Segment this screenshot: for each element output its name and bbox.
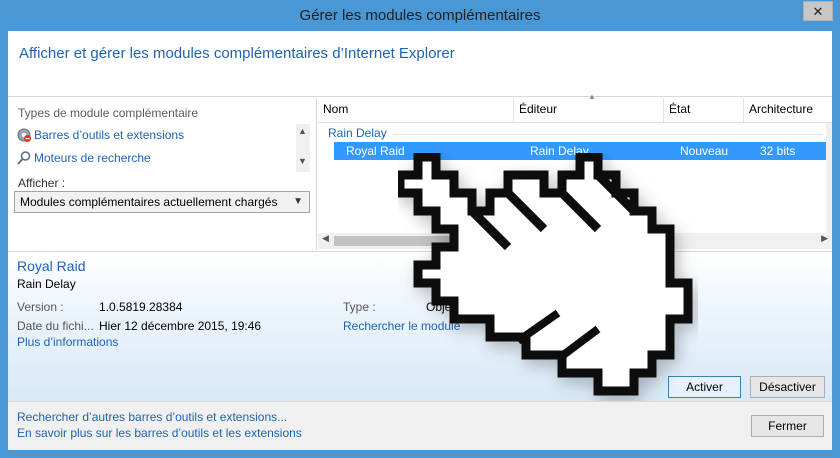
header-title: Afficher et gérer les modules complément… [19, 45, 455, 62]
version-label: Version : [17, 300, 64, 314]
sort-ascending-icon: ▲ [588, 92, 596, 101]
group-divider [393, 134, 823, 135]
search-icon [17, 151, 31, 165]
header-area: Afficher et gérer les modules complément… [8, 31, 832, 97]
types-scrollbar[interactable]: ▲ ▼ [296, 124, 310, 172]
show-select-value: Modules complémentaires actuellement cha… [20, 195, 278, 209]
footer: Rechercher d’autres barres d’outils et e… [8, 401, 832, 450]
type-item-label: Moteurs de recherche [34, 151, 151, 165]
disable-button[interactable]: Désactiver [750, 376, 825, 398]
scroll-right-icon[interactable]: ▶ [821, 233, 828, 244]
scroll-left-icon[interactable]: ◀ [322, 233, 329, 244]
hand-cursor-icon [398, 153, 693, 396]
details-publisher: Rain Delay [17, 277, 76, 291]
addons-manager-window: Gérer les modules complémentaires ✕ Affi… [0, 0, 840, 458]
show-label: Afficher : [18, 176, 66, 190]
learn-more-toolbars-link[interactable]: En savoir plus sur les barres d’outils e… [17, 426, 302, 440]
types-label: Types de module complémentaire [18, 106, 199, 120]
window-title: Gérer les modules complémentaires [299, 7, 541, 24]
column-header-label: Éditeur [519, 102, 558, 116]
window-close-button[interactable]: ✕ [803, 1, 833, 21]
scroll-up-icon[interactable]: ▲ [298, 126, 307, 136]
version-value: 1.0.5819.28384 [99, 300, 183, 314]
column-header-architecture[interactable]: Architecture [744, 98, 832, 123]
more-info-link[interactable]: Plus d’informations [17, 335, 118, 349]
close-button[interactable]: Fermer [751, 415, 824, 437]
type-item-label: Barres d’outils et extensions [34, 128, 185, 142]
column-header-status[interactable]: État [664, 98, 744, 123]
table-vertical-scrollbar[interactable] [826, 123, 832, 233]
cell-architecture: 32 bits [760, 144, 796, 158]
scroll-down-icon[interactable]: ▼ [298, 156, 307, 166]
date-value: Hier 12 décembre 2015, 19:46 [99, 319, 262, 333]
group-label: Rain Delay [328, 126, 387, 140]
toolbar-gear-icon [17, 128, 31, 142]
column-header-publisher[interactable]: Éditeur [514, 98, 664, 123]
type-item-toolbars[interactable]: Barres d’outils et extensions [14, 124, 294, 146]
chevron-down-icon: ▼ [293, 196, 303, 207]
left-pane: Types de module complémentaire Barres d’… [8, 98, 317, 250]
date-label: Date du fichi... [17, 319, 94, 333]
type-item-search-engines[interactable]: Moteurs de recherche [14, 147, 294, 169]
details-addon-name: Royal Raid [17, 258, 86, 274]
find-more-toolbars-link[interactable]: Rechercher d’autres barres d’outils et e… [17, 410, 287, 424]
column-header-name[interactable]: Nom [318, 98, 514, 123]
type-label: Type : [343, 300, 376, 314]
cell-name: Royal Raid [346, 144, 405, 158]
show-select[interactable]: Modules complémentaires actuellement cha… [14, 191, 310, 213]
types-list: Barres d’outils et extensions Moteurs de… [14, 124, 310, 176]
